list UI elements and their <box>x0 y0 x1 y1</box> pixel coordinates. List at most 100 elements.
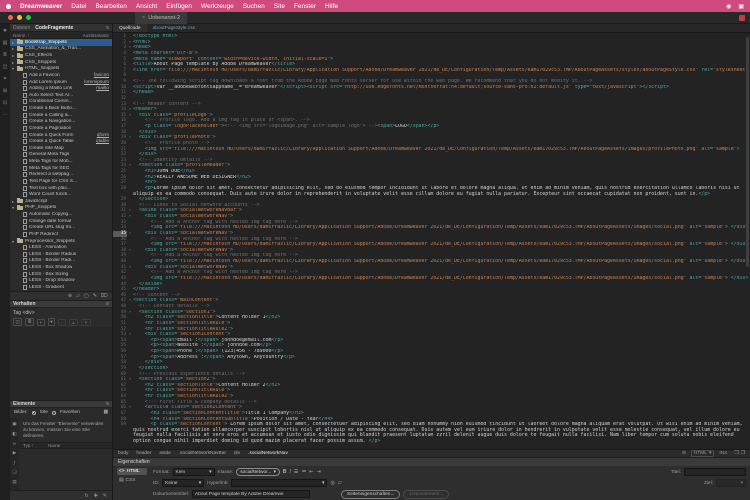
snippet-item-add-lorem-ipsum[interactable]: Add Lorem Ipsum loremipsum <box>10 79 112 86</box>
assets-col-type[interactable]: Typ <box>23 443 30 448</box>
assets-dock-icon[interactable]: ⌗ <box>4 76 7 82</box>
snippet-item-meta-tags-for-seo[interactable]: Meta Tags for SEO <box>10 165 112 172</box>
html-mode-button[interactable]: <> HTML <box>117 468 147 475</box>
outdent-icon[interactable]: ⇤ <box>309 469 313 475</box>
dom-dock-icon[interactable]: ◫ <box>3 64 8 70</box>
snippet-item-less-drop-shadow[interactable]: LESS - Drop Shadow <box>10 278 112 285</box>
menu-einf-gen[interactable]: Einfügen <box>166 3 192 10</box>
menu-ansicht[interactable]: Ansicht <box>136 3 157 10</box>
snippet-folder-html-snippets[interactable]: ▾ HTML_Snippets <box>10 65 112 73</box>
apple-menu-icon[interactable] <box>6 3 11 9</box>
edit-snippet-icon[interactable]: ✎ <box>93 293 97 299</box>
tab-snippets[interactable]: CodeFragmente <box>35 25 73 31</box>
snippet-item-automatic-copyrig[interactable]: Automatic Copyrig... <box>10 211 112 218</box>
split-window-icon[interactable]: ❐ <box>734 451 738 456</box>
snippet-folder-preprocessor-snippets[interactable]: ▾ Preprocessor_Snippets <box>10 238 112 245</box>
zoom-window-button[interactable] <box>26 15 31 20</box>
favorites-radio-label[interactable]: Favoriten <box>60 410 80 415</box>
tag-selector-div[interactable]: div <box>234 451 240 456</box>
refresh-assets-icon[interactable]: ↻ <box>84 493 88 499</box>
list-item-button[interactable]: Listenelement... <box>403 489 450 499</box>
page-properties-button[interactable]: Seiteneigenschaften... <box>341 489 401 499</box>
menu-hilfe[interactable]: Hilfe <box>325 3 338 10</box>
menu-bearbeiten[interactable]: Bearbeiten <box>95 3 126 10</box>
snippet-item-adding-a-mailto-link[interactable]: Adding a Mailto Link mailto <box>10 85 112 92</box>
browse-folder-icon[interactable]: ▱ <box>338 480 342 486</box>
add-asset-icon[interactable]: ✚ <box>94 493 98 499</box>
snippets-dock-icon[interactable]: ≣ <box>3 52 7 58</box>
library-assets-icon[interactable]: ▤ <box>12 479 16 485</box>
code-line-7[interactable]: 7 <link href="file:///Macintosh HD/Users/… <box>113 68 750 74</box>
class-select[interactable]: socialNetwor... ▾ <box>236 468 280 476</box>
menu-site[interactable]: Site <box>274 3 285 10</box>
tag-selector-socialnetworknavbar[interactable]: .socialNetworkNavBar <box>179 451 226 456</box>
more-panels-icon[interactable]: ⋯ <box>3 112 8 118</box>
snippet-folder-css-snippets[interactable]: ▸ CSS_Snippets <box>10 59 112 66</box>
snippet-item-create-a-quick-form[interactable]: Create a Quick Form qform <box>10 132 112 139</box>
urls-assets-icon[interactable]: ∞ <box>13 441 16 446</box>
minimize-window-button[interactable] <box>17 15 22 20</box>
assets-grid-icon[interactable]: ▦ <box>103 410 108 415</box>
snippet-item-word-count-functi[interactable]: Word Count functi... <box>10 191 112 198</box>
vertical-scrollbar[interactable] <box>746 37 749 267</box>
snippet-item-meta-tags-for-mob[interactable]: Meta Tags for Mob... <box>10 158 112 165</box>
insert-dock-icon[interactable]: ⊞ <box>3 88 7 94</box>
layout-window-icon[interactable]: ❐ <box>741 451 745 456</box>
italic-button[interactable]: I <box>290 469 291 475</box>
snippet-item-create-a-calling[interactable]: Create a Calling &... <box>10 112 112 119</box>
snippet-item-less-border-radius[interactable]: LESS - Border Radius <box>10 251 112 258</box>
snippet-item-php-redirect[interactable]: PHP Redirect <box>10 231 112 238</box>
unordered-list-icon[interactable]: ☰ <box>294 469 298 475</box>
snippet-item-create-a-quick-table[interactable]: Create a Quick Table qtable <box>10 138 112 145</box>
menu-suchen[interactable]: Suchen <box>243 3 265 10</box>
new-snippet-icon[interactable]: ▢ <box>84 293 89 299</box>
show-set-events-icon[interactable]: ◫ <box>13 318 23 326</box>
code-line-11[interactable]: 11 </head> <box>113 90 750 96</box>
doc-title-input[interactable] <box>192 490 310 498</box>
point-to-file-icon[interactable]: ◎ <box>330 480 334 486</box>
new-folder-icon[interactable]: ▱ <box>76 293 80 299</box>
screen-status-icon[interactable]: ◉ <box>726 3 731 10</box>
snippet-item-text-box-with-plac[interactable]: Text box with plac... <box>10 185 112 192</box>
hyperlink-input[interactable]: ▾ <box>231 479 328 487</box>
behaviors-panel-menu-icon[interactable]: ≡ <box>106 301 109 307</box>
ordered-list-icon[interactable]: ≔ <box>301 469 306 475</box>
site-radio-label[interactable]: Site <box>40 410 48 415</box>
snippets-col-name[interactable]: Name <box>13 33 25 38</box>
tag-selector-header[interactable]: header <box>136 451 151 456</box>
snippet-item-change-date-format[interactable]: Change date format <box>10 218 112 225</box>
lint-status-icon[interactable]: ⊘ <box>682 451 686 456</box>
snippet-item-redirect-a-webpag[interactable]: Redirect a webpag... <box>10 172 112 179</box>
display-status-icon[interactable]: ▣ <box>738 3 744 10</box>
edit-asset-icon[interactable]: ✎ <box>103 493 107 499</box>
snippet-folder-css-effects[interactable]: ▸ CSS_Effects <box>10 52 112 59</box>
tag-selector-body[interactable]: body <box>118 451 128 456</box>
remove-behavior-icon[interactable]: − <box>57 318 66 326</box>
images-assets-icon[interactable]: ▣ <box>12 421 16 427</box>
add-behavior-arrow-icon[interactable]: ▾ <box>47 318 55 326</box>
snippet-item-less-box-sizing[interactable]: LESS - Box Sizing <box>10 271 112 278</box>
extension-badge-icon[interactable] <box>739 14 745 21</box>
css-mode-button[interactable]: ▤ CSS <box>117 477 147 484</box>
menu-fenster[interactable]: Fenster <box>294 3 316 10</box>
tab-files[interactable]: Dateien <box>13 25 30 31</box>
move-up-icon[interactable]: ▲ <box>68 318 79 326</box>
snippet-item-create-a-back-butto[interactable]: Create a Back Butto... <box>10 105 112 112</box>
snippet-item-general-meta-tags[interactable]: General Meta Tags <box>10 152 112 159</box>
media-assets-icon[interactable]: ▶ <box>13 450 16 456</box>
bold-button[interactable]: B <box>283 469 287 475</box>
favorites-radio[interactable] <box>51 410 56 415</box>
snippet-item-test-page-for-css-s[interactable]: Test Page for CSS S... <box>10 178 112 185</box>
id-select[interactable]: Keine ▾ <box>162 479 205 487</box>
menu-datei[interactable]: Datei <box>71 3 86 10</box>
snippet-item-less-border-radi[interactable]: LESS - Border Radi... <box>10 258 112 265</box>
site-radio[interactable] <box>31 410 36 415</box>
close-window-button[interactable] <box>8 15 13 20</box>
title-input[interactable] <box>684 468 746 476</box>
snippet-item-less-animation[interactable]: LESS - Animation <box>10 244 112 251</box>
indent-icon[interactable]: ⇥ <box>317 469 321 475</box>
css-designer-dock-icon[interactable]: ⊡ <box>3 100 7 106</box>
snippet-item-conditional-comm[interactable]: Conditional Comm... <box>10 99 112 106</box>
move-down-icon[interactable]: ▼ <box>81 318 91 326</box>
snippets-col-trigger[interactable]: Auslösetaste <box>83 33 109 38</box>
